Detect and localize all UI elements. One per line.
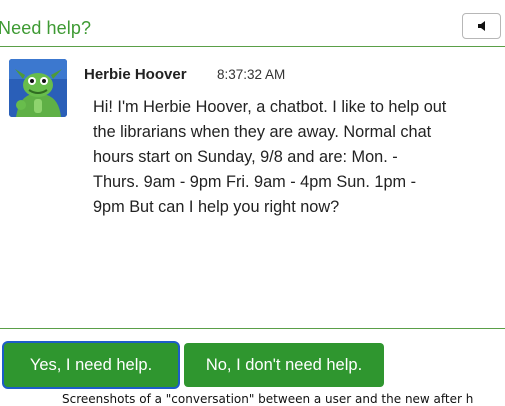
- yes-need-help-button[interactable]: Yes, I need help.: [4, 343, 178, 387]
- message-line: the librarians when they are away. Norma…: [93, 123, 432, 141]
- message-line: 9pm But can I help you right now?: [93, 198, 340, 216]
- divider: [0, 328, 505, 329]
- dragon-mascot-icon: [9, 59, 67, 117]
- chat-title: Need help?: [0, 18, 92, 38]
- sender-name: Herbie Hoover: [84, 66, 187, 83]
- chat-header: Need help?: [0, 0, 505, 47]
- figure-caption: Screenshots of a "conversation" between …: [62, 392, 474, 406]
- message-line: Thurs. 9am - 9pm Fri. 9am - 4pm Sun. 1pm…: [93, 173, 417, 191]
- avatar: [9, 59, 67, 117]
- no-help-needed-button[interactable]: No, I don't need help.: [184, 343, 384, 387]
- message-line: Hi! I'm Herbie Hoover, a chatbot. I like…: [93, 98, 447, 116]
- message-timestamp: 8:37:32 AM: [217, 67, 286, 82]
- speaker-icon: [478, 21, 485, 31]
- message-line: hours start on Sunday, 9/8 and are: Mon.…: [93, 148, 398, 166]
- sound-toggle-button[interactable]: [462, 13, 501, 39]
- chat-message: Hi! I'm Herbie Hoover, a chatbot. I like…: [93, 95, 501, 220]
